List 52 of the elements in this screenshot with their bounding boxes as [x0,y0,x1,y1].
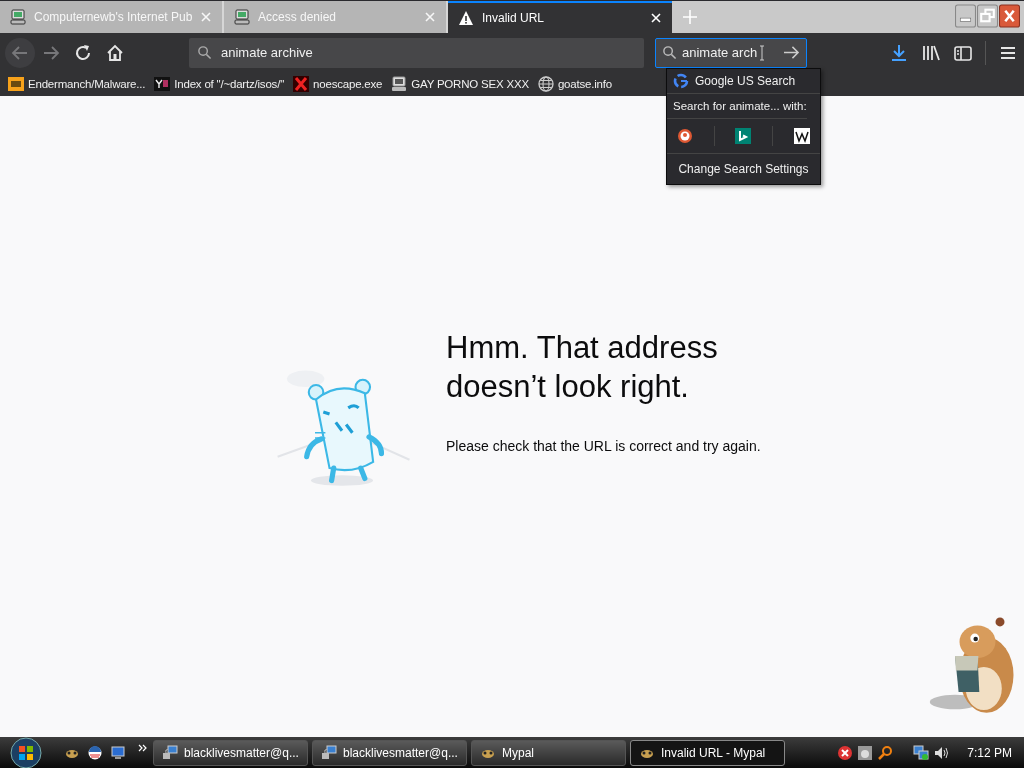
home-icon[interactable] [105,42,125,63]
magnifier-icon[interactable] [877,744,894,761]
favicon-icon [8,76,24,92]
taskbar-button[interactable]: Invalid URL - Mypal [630,739,785,766]
change-search-settings-button[interactable]: Change Search Settings [667,154,820,184]
error-message: Please check that the URL is correct and try again. [446,438,762,454]
search-icon [197,45,212,60]
network-icon [162,744,178,761]
download-icon[interactable] [889,42,909,63]
bookmark-item[interactable]: noescape.exe [293,76,383,92]
restore-icon[interactable] [977,4,998,28]
start-button[interactable] [10,736,42,768]
taskbar-button[interactable]: blacklivesmatter@q... [153,739,308,766]
wikipedia-icon[interactable] [793,128,810,144]
search-field[interactable]: animate arch [655,37,807,68]
bookmark-item[interactable]: Endermanch/Malware... [8,76,146,92]
browser-tab[interactable]: Invalid URL [448,1,672,33]
search-icon [662,45,677,60]
bing-icon[interactable] [735,128,752,144]
close-icon[interactable] [999,4,1020,28]
network-icon[interactable] [913,744,930,761]
network-icon [321,744,337,761]
reload-icon[interactable] [73,42,93,63]
more-icon[interactable] [138,742,148,753]
cross-icon [293,76,310,92]
go-arrow-icon[interactable] [783,45,800,60]
shield-icon[interactable] [837,744,854,761]
logo-icon[interactable] [87,744,103,761]
text-cursor-icon [759,44,766,61]
bookmark-item[interactable]: GAY PORNO SEX XXX [391,76,529,92]
desktop-icon[interactable] [110,744,126,761]
square-icon [154,76,171,92]
taskbar-button[interactable]: blacklivesmatter@q... [312,739,467,766]
address-field[interactable]: animate archive [189,37,644,68]
minimize-icon[interactable] [955,4,976,28]
popup-header: Search for animate... with: [667,94,807,119]
search-suggestion[interactable]: Google US Search [667,69,820,94]
tab-title: Access denied [258,10,338,24]
tab-title: Computernewb's Internet Pub [34,10,192,24]
taskbar-button[interactable]: Mypal [471,739,626,766]
bookmark-item[interactable]: goatse.info [537,76,612,92]
bookmark-item[interactable]: Index of "/~dartz/isos/" [154,76,285,92]
clock[interactable]: 7:12 PM [967,745,1012,760]
globe-icon [537,76,554,92]
warning-icon [458,10,474,26]
error-title: Hmm. That address doesn’t look right. [446,329,719,406]
google-icon [673,73,689,89]
computer-icon [234,9,250,25]
computer-icon [10,9,26,25]
back-icon[interactable] [5,37,35,68]
computer-icon [391,76,408,92]
tab-title: Invalid URL [482,11,546,25]
